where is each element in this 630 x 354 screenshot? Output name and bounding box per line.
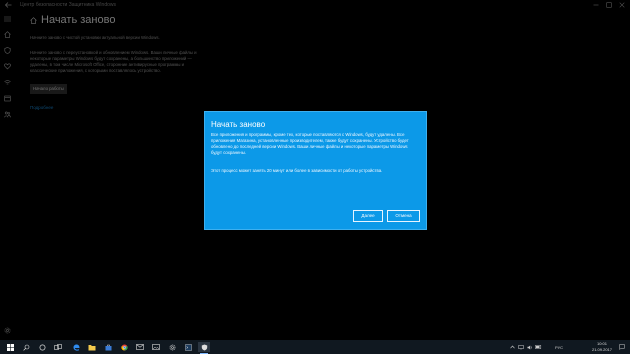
shield-icon[interactable]	[3, 46, 11, 54]
family-icon[interactable]	[3, 110, 11, 118]
volume-icon[interactable]	[525, 345, 534, 350]
settings-gear-icon[interactable]	[3, 326, 11, 334]
page-title-text: Начать заново	[41, 14, 116, 26]
page-description: Начните заново с переустановкой и обновл…	[30, 50, 197, 73]
system-tray: РУС	[508, 340, 563, 354]
more-info-link[interactable]: Подробнее	[30, 105, 210, 110]
wifi-icon[interactable]	[3, 78, 11, 86]
store-icon[interactable]	[102, 342, 114, 352]
notifications-icon[interactable]	[617, 342, 627, 352]
hamburger-menu-icon[interactable]	[3, 15, 11, 23]
next-button[interactable]: Далее	[353, 210, 383, 222]
dialog-title: Начать заново	[211, 120, 266, 129]
battery-icon[interactable]	[534, 345, 543, 349]
fresh-start-dialog: Начать заново Все приложения и программы…	[204, 111, 427, 230]
network-icon[interactable]	[516, 344, 525, 350]
start-button[interactable]: Начало работы	[30, 84, 67, 94]
language-indicator[interactable]: РУС	[555, 345, 563, 350]
page-home-icon	[30, 16, 37, 24]
taskbar: РУС 10:01 21.09.2017	[0, 340, 630, 354]
navigation-rail	[0, 10, 14, 340]
cortana-icon[interactable]	[36, 342, 48, 352]
photos-icon[interactable]	[150, 342, 162, 352]
explorer-icon[interactable]	[86, 342, 98, 352]
clock-date: 21.09.2017	[591, 346, 613, 352]
edge-icon[interactable]	[70, 342, 82, 352]
mail-icon[interactable]	[134, 342, 146, 352]
dialog-note: Этот процесс может занять 20 минут или б…	[211, 168, 383, 173]
title-bar: Центр безопасности Защитника Windows	[0, 0, 630, 10]
dialog-body: Все приложения и программы, кроме тех, к…	[211, 132, 409, 155]
heart-icon[interactable]	[3, 62, 11, 70]
start-icon[interactable]	[4, 342, 16, 352]
clock[interactable]: 10:01 21.09.2017	[590, 341, 614, 352]
back-arrow-icon[interactable]	[2, 0, 14, 10]
defender-window: Центр безопасности Защитника Windows Нач…	[0, 0, 630, 340]
terminal-icon[interactable]	[182, 342, 194, 352]
search-icon[interactable]	[20, 342, 32, 352]
maximize-icon[interactable]	[603, 0, 615, 10]
security-icon[interactable]	[198, 342, 210, 354]
main-content: Начать заново Начните заново с чистой ус…	[30, 14, 210, 110]
browser-control-icon[interactable]	[3, 94, 11, 102]
home-icon[interactable]	[3, 30, 11, 38]
page-subtitle: Начните заново с чистой установки актуал…	[30, 35, 160, 40]
settings-icon[interactable]	[166, 342, 178, 352]
cancel-button[interactable]: Отмена	[387, 210, 420, 222]
task-view-icon[interactable]	[52, 342, 64, 352]
page-title: Начать заново	[30, 14, 210, 26]
minimize-icon[interactable]	[590, 0, 602, 10]
chevron-up-icon[interactable]	[508, 345, 516, 349]
chrome-icon[interactable]	[118, 342, 130, 352]
close-icon[interactable]	[616, 0, 628, 10]
window-title: Центр безопасности Защитника Windows	[20, 2, 117, 8]
